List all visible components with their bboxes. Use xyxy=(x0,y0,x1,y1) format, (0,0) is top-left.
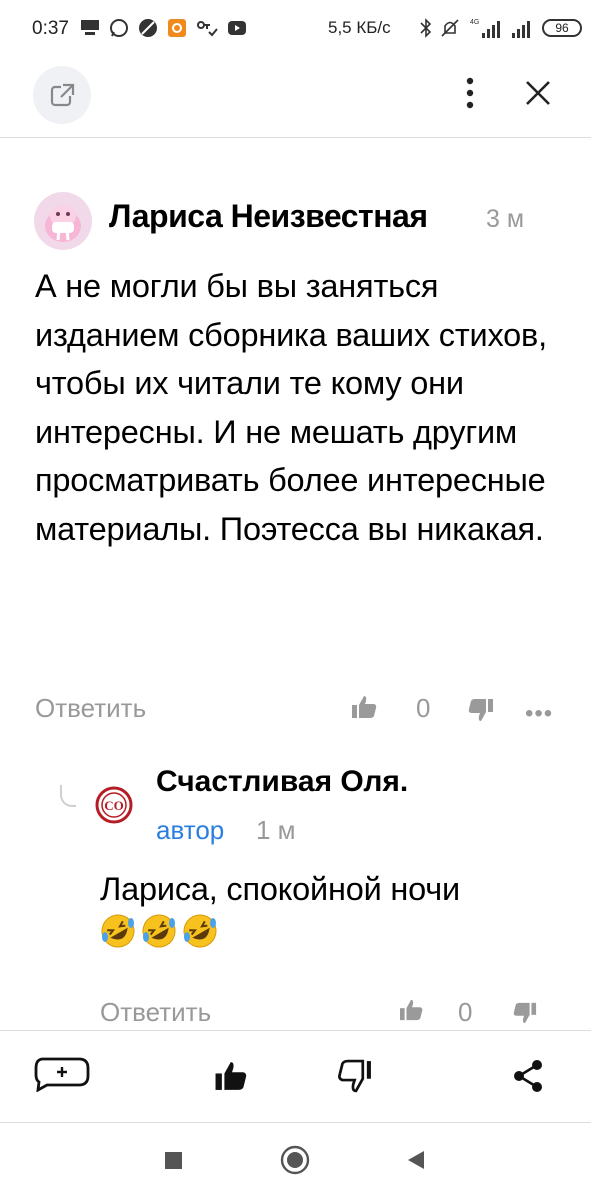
key-check-icon xyxy=(197,21,218,37)
thread-connector xyxy=(60,785,76,807)
comment-more-button[interactable]: ••• xyxy=(525,700,553,728)
chat-icon xyxy=(81,20,99,35)
navbar-divider xyxy=(0,1122,591,1123)
rofl-emoji-icon xyxy=(142,914,176,948)
back-button[interactable] xyxy=(404,1148,428,1172)
avatar-initials: CO xyxy=(104,798,124,813)
notification-icons xyxy=(80,16,247,40)
header-divider xyxy=(0,137,591,138)
comment-author[interactable]: Лариса Неизвестная xyxy=(109,198,428,235)
more-vertical-icon xyxy=(466,77,474,109)
bell-off-icon xyxy=(441,19,459,37)
home-button[interactable] xyxy=(280,1145,310,1175)
blocked-icon xyxy=(139,19,157,37)
network-speed: 5,5 КБ/с xyxy=(328,18,391,37)
status-bar: 0:37 5,5 КБ/с 4G 96 xyxy=(0,0,591,56)
signal-4g-icon: 4G xyxy=(470,19,500,38)
youtube-icon xyxy=(228,21,246,35)
thumbs-down-icon xyxy=(468,699,493,721)
reply-like-button[interactable] xyxy=(398,998,426,1027)
battery-indicator: 96 xyxy=(542,19,582,37)
like-button[interactable] xyxy=(213,1058,251,1099)
co-logo-icon: CO xyxy=(95,786,133,824)
home-circle-icon xyxy=(280,1145,310,1175)
open-external-button[interactable] xyxy=(33,66,91,124)
rofl-emoji-icon xyxy=(183,914,217,948)
recent-apps-button[interactable] xyxy=(165,1152,182,1169)
signal-icon xyxy=(512,21,530,38)
external-link-icon xyxy=(50,83,75,107)
add-comment-icon xyxy=(34,1057,90,1093)
share-button[interactable] xyxy=(510,1058,546,1099)
rofl-emoji-icon xyxy=(101,914,135,948)
close-icon xyxy=(526,81,550,105)
share-icon xyxy=(514,1060,542,1092)
more-options-button[interactable] xyxy=(455,73,485,113)
reply-emojis xyxy=(100,913,218,949)
walrus-avatar-icon xyxy=(45,205,81,242)
comment-text: А не могли бы вы заняться изданием сборн… xyxy=(35,268,547,547)
avatar[interactable] xyxy=(34,192,92,250)
reply-avatar[interactable]: CO xyxy=(95,786,133,824)
dislike-button[interactable] xyxy=(337,1058,375,1099)
comment-dislike-button[interactable] xyxy=(467,697,495,728)
comment-time: 3 м xyxy=(486,205,525,233)
add-comment-button[interactable] xyxy=(33,1056,91,1097)
reply-reply-button[interactable]: Ответить xyxy=(100,997,211,1028)
reply-text: Лариса, спокойной ночи xyxy=(100,871,460,907)
bluetooth-icon xyxy=(420,18,432,38)
status-time: 0:37 xyxy=(32,18,69,39)
thumbs-up-icon xyxy=(400,999,423,1021)
thumbs-down-icon xyxy=(338,1059,371,1093)
whatsapp-icon xyxy=(110,19,128,37)
reply-dislike-button[interactable] xyxy=(512,1001,538,1030)
comment-like-button[interactable] xyxy=(350,694,380,725)
reply-time: 1 м xyxy=(256,815,296,845)
thumbs-up-icon xyxy=(215,1062,247,1090)
app-icon xyxy=(168,19,186,37)
reply-author[interactable]: Счастливая Оля. xyxy=(156,765,408,799)
reply-like-count: 0 xyxy=(458,997,473,1027)
svg-text:4G: 4G xyxy=(470,19,479,26)
like-count: 0 xyxy=(416,693,431,723)
close-button[interactable] xyxy=(518,73,558,113)
back-triangle-icon xyxy=(408,1151,424,1169)
author-badge: автор xyxy=(156,815,225,845)
thumbs-down-icon xyxy=(513,1002,537,1024)
thumbs-up-icon xyxy=(352,696,377,718)
reply-button[interactable]: Ответить xyxy=(35,693,146,724)
system-icons: 4G 96 xyxy=(420,16,582,40)
toolbar-divider xyxy=(0,1030,591,1031)
